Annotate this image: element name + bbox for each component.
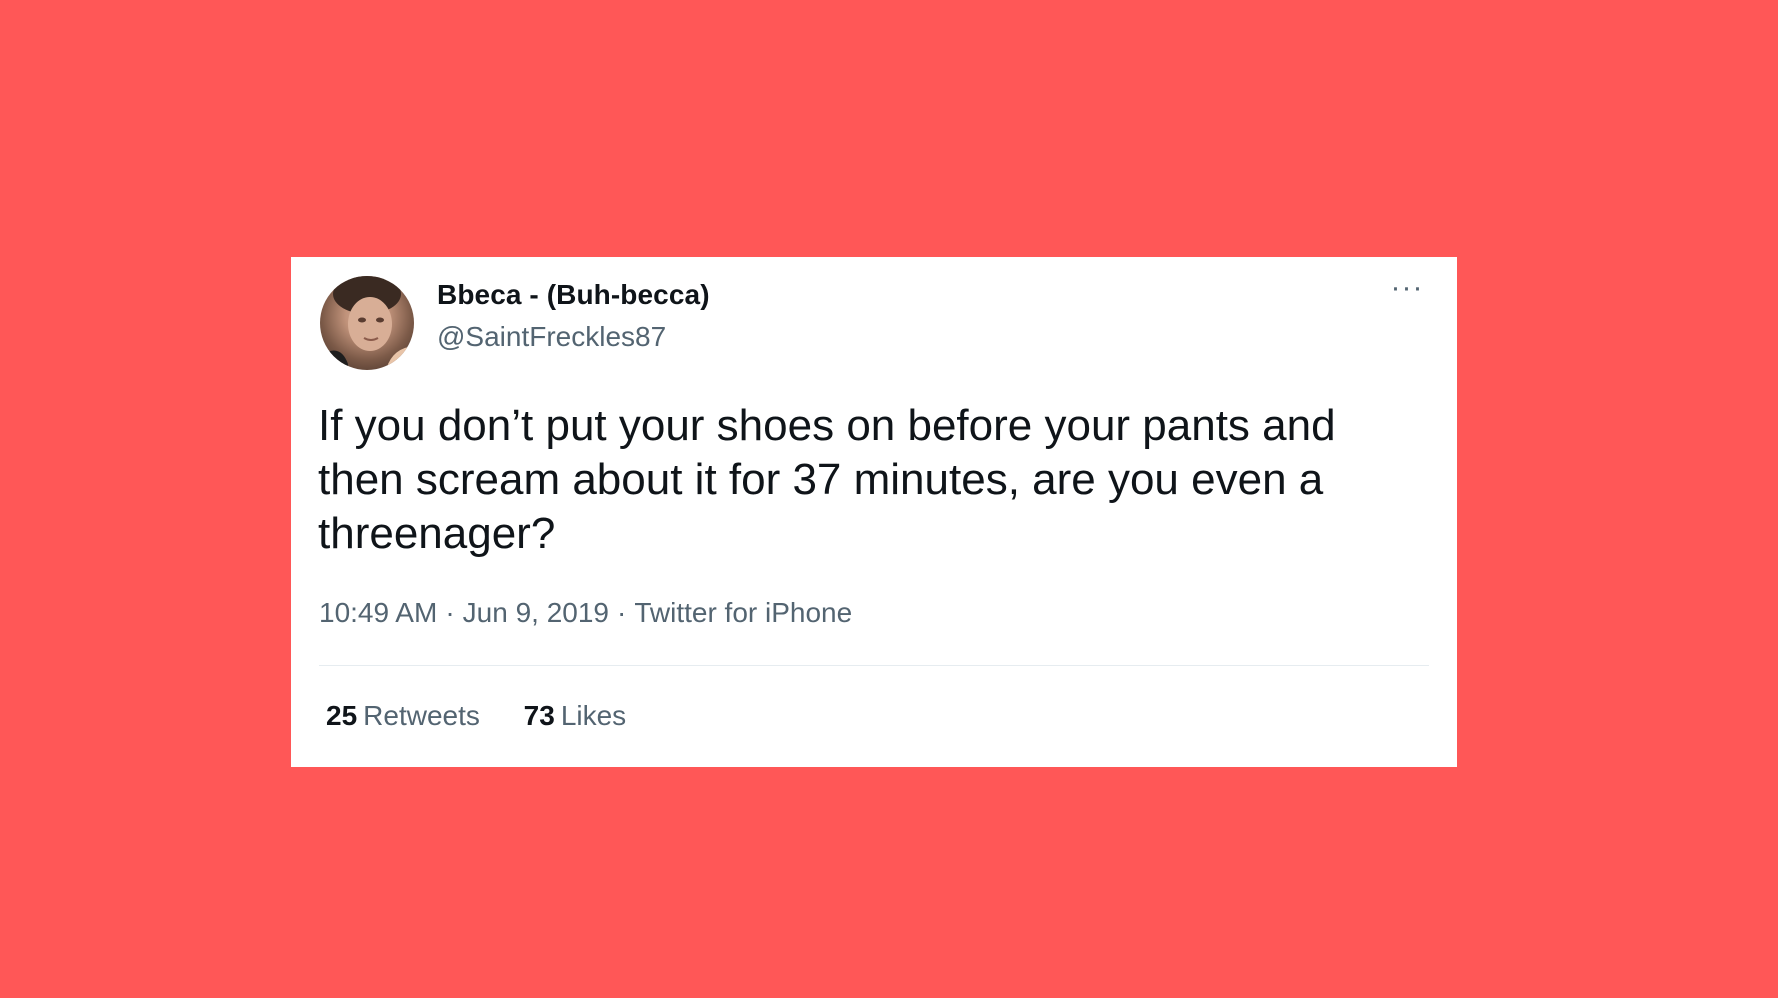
likes-label: Likes — [560, 700, 627, 731]
avatar-photo-icon — [320, 276, 414, 370]
meta-separator: · — [616, 597, 627, 628]
retweets-count: 25 — [326, 700, 358, 731]
tweet-card: Bbeca - (Buh-becca) @SaintFreckles87 ···… — [291, 257, 1457, 767]
retweets-label: Retweets — [363, 700, 480, 731]
meta-separator: · — [445, 597, 455, 628]
tweet-source[interactable]: Twitter for iPhone — [634, 597, 852, 628]
tweet-text: If you don’t put your shoes on before yo… — [318, 401, 1336, 558]
tweet-time[interactable]: 10:49 AM — [319, 597, 437, 628]
tweet-stats: 25 Retweets 73 Likes — [326, 700, 662, 732]
author-handle[interactable]: @SaintFreckles87 — [437, 321, 666, 353]
likes-stat[interactable]: 73 Likes — [524, 700, 627, 732]
tweet-meta: 10:49 AM · Jun 9, 2019 · Twitter for iPhone — [319, 597, 852, 629]
divider — [319, 665, 1429, 666]
more-options-icon[interactable]: ··· — [1387, 273, 1427, 305]
retweets-stat[interactable]: 25 Retweets — [326, 700, 480, 732]
author-display-name[interactable]: Bbeca - (Buh-becca) — [437, 279, 710, 311]
likes-count: 73 — [523, 700, 555, 731]
tweet-date[interactable]: Jun 9, 2019 — [463, 597, 609, 628]
avatar[interactable] — [320, 276, 414, 370]
